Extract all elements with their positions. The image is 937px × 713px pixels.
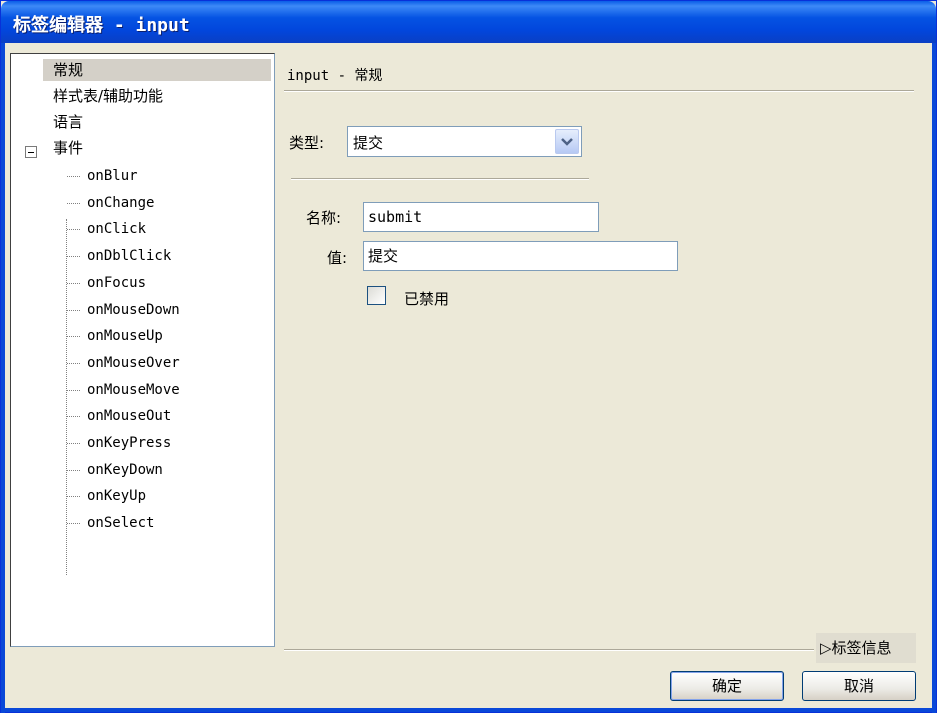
event-label: onSelect bbox=[87, 515, 155, 531]
event-label: onBlur bbox=[87, 168, 138, 184]
disabled-checkbox[interactable] bbox=[367, 286, 386, 305]
window-frame-bottom bbox=[1, 708, 936, 712]
tree-item-general[interactable]: 常规 bbox=[43, 59, 271, 81]
title-bar[interactable]: 标签编辑器 - input bbox=[1, 1, 936, 43]
type-select-value: 提交 bbox=[353, 134, 384, 152]
event-label: onKeyUp bbox=[87, 488, 147, 504]
tree-item-onblur[interactable]: onBlur bbox=[67, 165, 138, 187]
tree-item-onkeypress[interactable]: onKeyPress bbox=[67, 432, 171, 454]
event-label: onMouseUp bbox=[87, 328, 163, 344]
tree-item-onselect[interactable]: onSelect bbox=[67, 512, 154, 534]
event-label: onKeyPress bbox=[87, 435, 172, 451]
tree-item-ondblclick[interactable]: onDblClick bbox=[67, 245, 171, 267]
event-label: onMouseOver bbox=[87, 355, 180, 371]
window-frame-right bbox=[932, 43, 936, 713]
tree-item-onclick[interactable]: onClick bbox=[67, 218, 146, 240]
type-label: 类型: bbox=[289, 134, 325, 152]
event-label: onChange bbox=[87, 195, 155, 211]
cancel-button[interactable]: 取消 bbox=[802, 671, 916, 701]
tree-item-onmousemove[interactable]: onMouseMove bbox=[67, 379, 180, 401]
name-label: 名称: bbox=[306, 209, 342, 227]
name-input[interactable]: submit bbox=[363, 202, 599, 232]
section-title: input - 常规 bbox=[287, 68, 383, 84]
disabled-label[interactable]: 已禁用 bbox=[404, 288, 449, 309]
tree-item-onmousedown[interactable]: onMouseDown bbox=[67, 299, 180, 321]
tree-item-onkeyup[interactable]: onKeyUp bbox=[67, 485, 146, 507]
category-tree[interactable]: 常规 样式表/辅助功能 语言 事件 onBlur onChange onClic… bbox=[10, 53, 275, 647]
ok-button[interactable]: 确定 bbox=[670, 671, 784, 701]
tree-item-onchange[interactable]: onChange bbox=[67, 192, 154, 214]
event-label: onMouseOut bbox=[87, 408, 172, 424]
tree-item-onmouseup[interactable]: onMouseUp bbox=[67, 325, 163, 347]
tag-info-label: ▷标签信息 bbox=[820, 639, 892, 657]
tag-info-toggle[interactable]: ▷标签信息 bbox=[816, 633, 916, 663]
event-label: onMouseDown bbox=[87, 302, 180, 318]
tree-item-stylesheet[interactable]: 样式表/辅助功能 bbox=[53, 85, 163, 107]
tree-item-onmouseover[interactable]: onMouseOver bbox=[67, 352, 180, 374]
value-input[interactable]: 提交 bbox=[363, 241, 678, 271]
tag-editor-dialog: 标签编辑器 - input 常规 样式表/辅助功能 语言 事件 onBlur o… bbox=[0, 0, 937, 713]
window-title: 标签编辑器 - input bbox=[13, 15, 190, 36]
event-label: onDblClick bbox=[87, 248, 172, 264]
type-select[interactable]: 提交 bbox=[347, 126, 582, 157]
footer-divider bbox=[284, 649, 814, 651]
value-label: 值: bbox=[327, 249, 348, 267]
tree-item-onmouseout[interactable]: onMouseOut bbox=[67, 405, 171, 427]
window-frame-left bbox=[1, 43, 5, 713]
tree-item-onkeydown[interactable]: onKeyDown bbox=[67, 459, 163, 481]
event-label: onKeyDown bbox=[87, 462, 163, 478]
event-label: onClick bbox=[87, 221, 147, 237]
form-divider bbox=[291, 178, 589, 180]
tree-item-events[interactable]: 事件 bbox=[53, 137, 83, 159]
event-label: onMouseMove bbox=[87, 382, 180, 398]
tree-item-language[interactable]: 语言 bbox=[53, 111, 83, 133]
section-divider bbox=[284, 90, 914, 92]
chevron-down-icon[interactable] bbox=[555, 129, 579, 154]
minus-box-icon[interactable] bbox=[25, 146, 37, 158]
event-label: onFocus bbox=[87, 275, 147, 291]
tree-item-onfocus[interactable]: onFocus bbox=[67, 272, 146, 294]
